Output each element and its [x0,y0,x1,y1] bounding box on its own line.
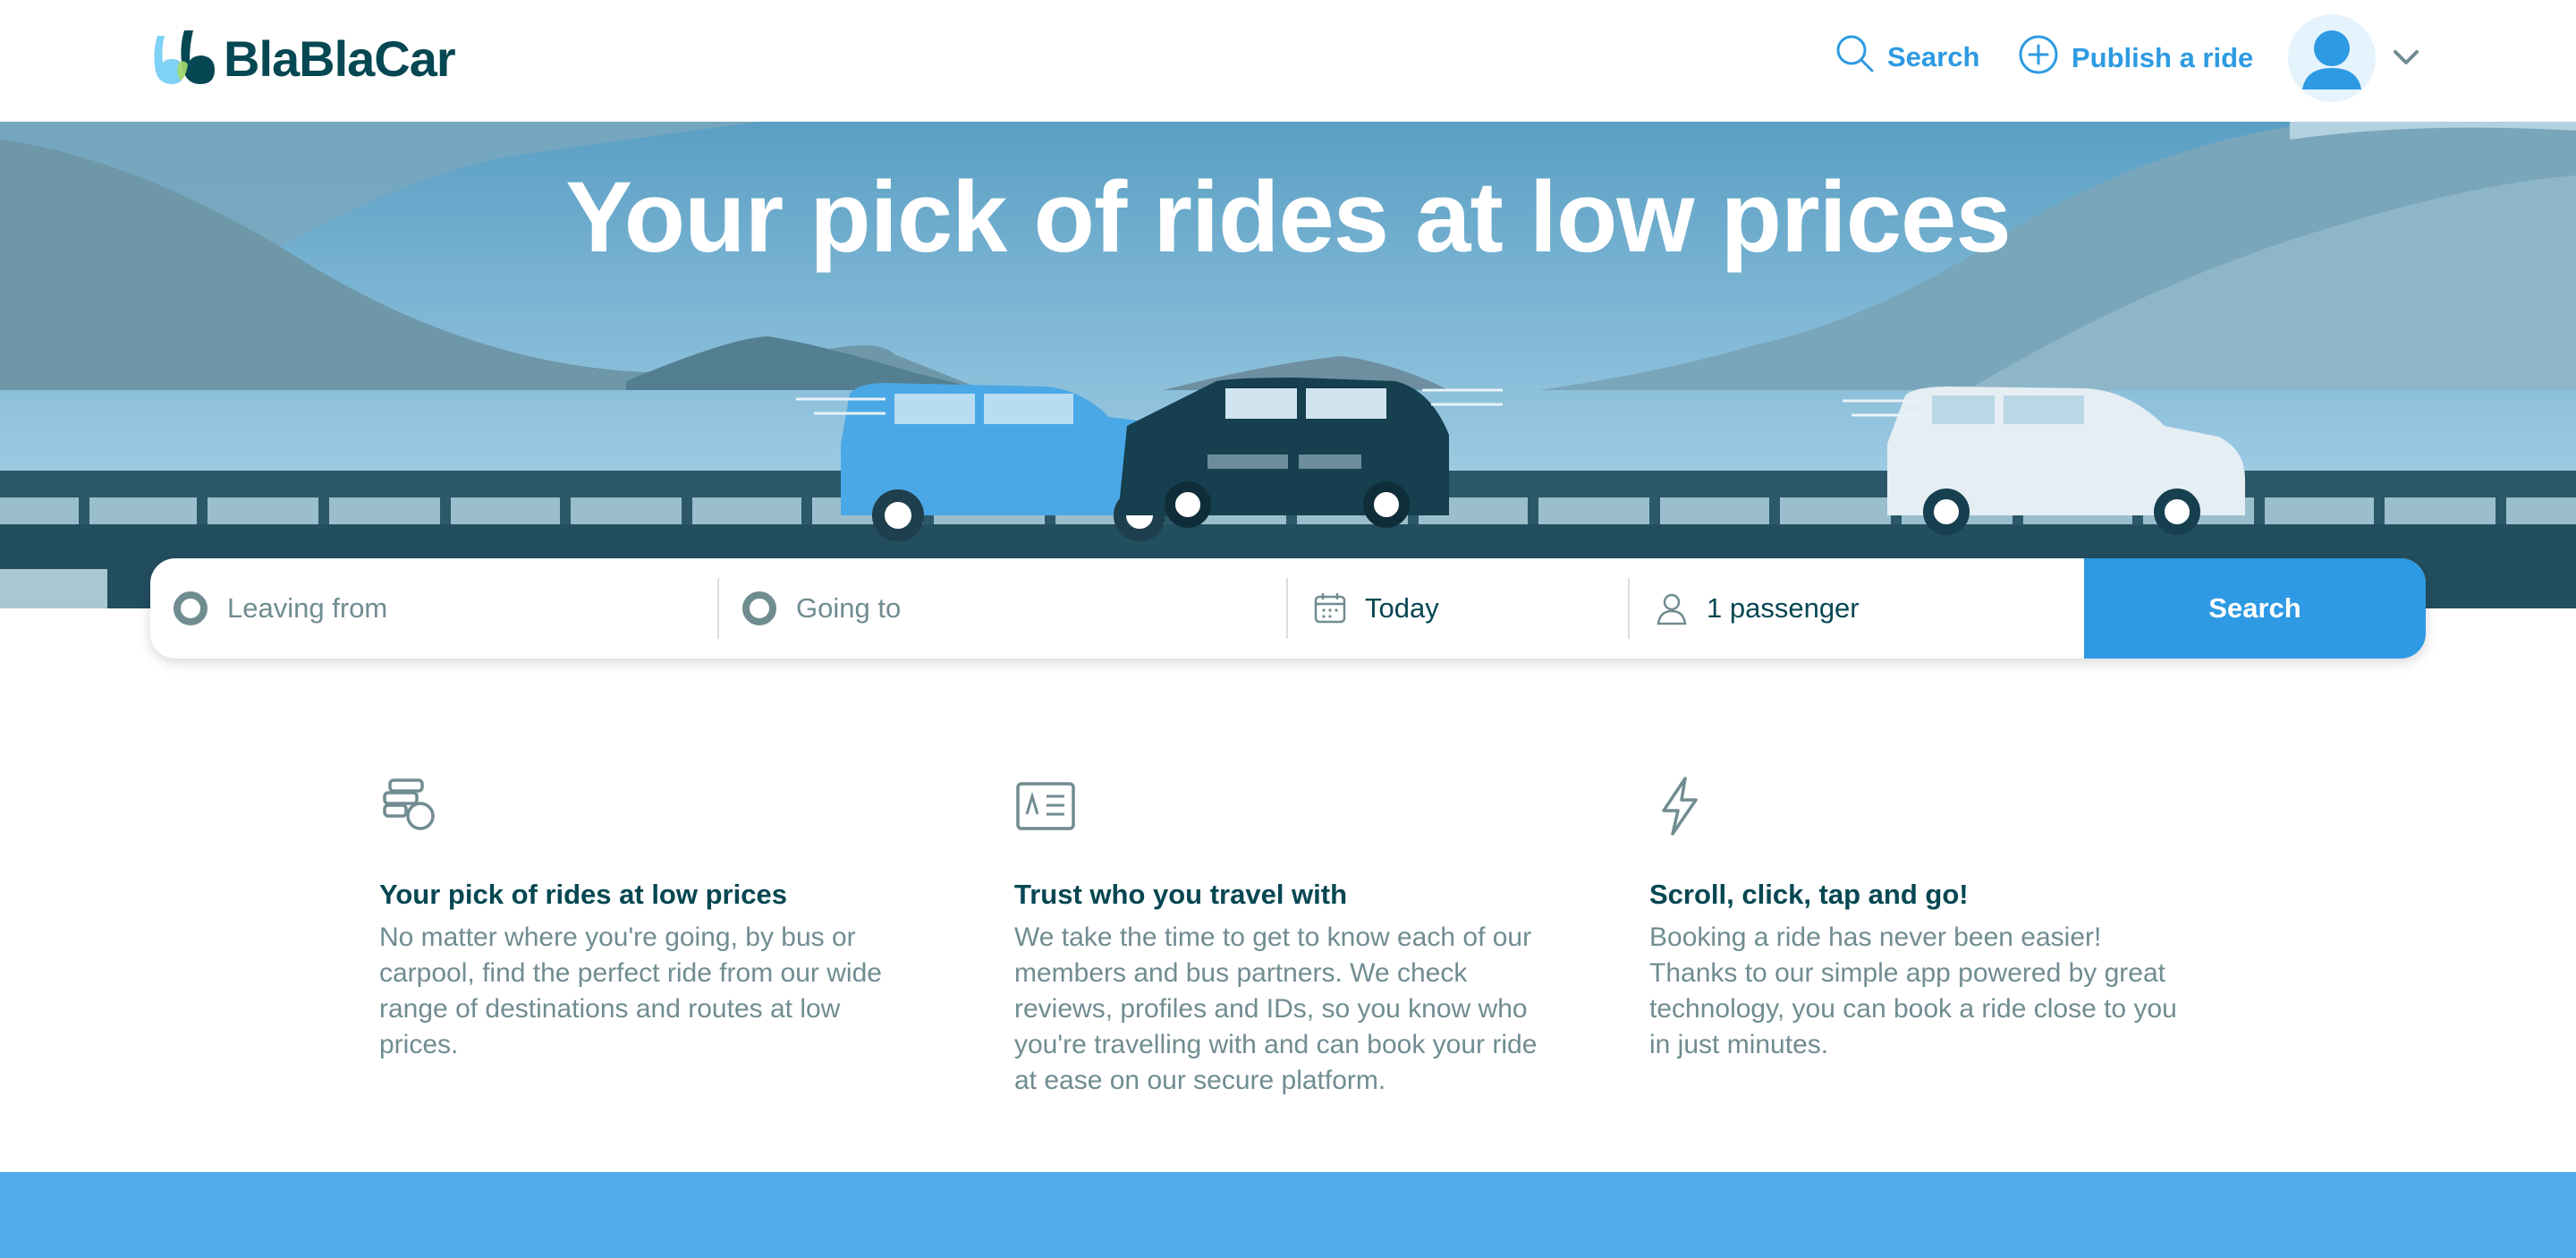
coins-icon [379,775,442,837]
feature-title: Scroll, click, tap and go! [1649,879,1969,910]
origin-circle-icon [174,591,208,625]
date-value: Today [1365,592,1439,624]
publish-ride-label: Publish a ride [2072,42,2254,73]
hero-title: Your pick of rides at low prices [565,161,2011,273]
ride-search-form: Leaving from Going to Today 1 passenger … [150,558,2426,659]
going-to-field[interactable]: Going to [719,558,1288,659]
publish-ride-link[interactable]: Publish a ride [2018,34,2253,82]
blablacar-logo-icon [148,27,220,89]
top-header: BlaBlaCar Search Publish a ride [0,0,2576,122]
passenger-count-field[interactable]: 1 passenger [1630,558,2084,659]
feature-description: No matter where you're going, by bus or … [379,922,882,1059]
destination-circle-icon [742,591,776,625]
feature-trust: Trust who you travel with We take the ti… [1014,775,1551,1099]
chevron-down-icon[interactable] [2390,41,2422,73]
logo-wordmark: BlaBlaCar [224,30,456,87]
feature-low-prices: Your pick of rides at low prices No matt… [379,775,916,1063]
blablacar-logo[interactable]: BlaBlaCar [148,27,456,89]
feature-easy-booking: Scroll, click, tap and go! Booking a rid… [1649,775,2186,1063]
search-icon [1835,34,1875,81]
user-avatar-icon[interactable] [2288,14,2376,102]
feature-description: We take the time to get to know each of … [1014,922,1538,1095]
going-to-placeholder: Going to [796,592,902,624]
id-card-icon [1014,775,1077,837]
hero-banner: Your pick of rides at low prices [0,122,2576,608]
plus-circle-icon [2018,34,2059,82]
feature-description: Booking a ride has never been easier! Th… [1649,922,2177,1059]
header-search-link[interactable]: Search [1835,34,1979,81]
search-submit-button[interactable]: Search [2084,558,2426,659]
bottom-blue-band [0,1172,2576,1258]
header-search-label: Search [1887,41,1980,72]
feature-title: Trust who you travel with [1014,879,1348,910]
leaving-from-field[interactable]: Leaving from [150,558,719,659]
calendar-icon [1313,591,1347,625]
date-field[interactable]: Today [1288,558,1630,659]
passenger-count-value: 1 passenger [1707,592,1860,624]
feature-title: Your pick of rides at low prices [379,879,787,910]
leaving-from-placeholder: Leaving from [227,592,388,624]
person-icon [1655,591,1689,625]
lightning-icon [1649,775,1712,837]
